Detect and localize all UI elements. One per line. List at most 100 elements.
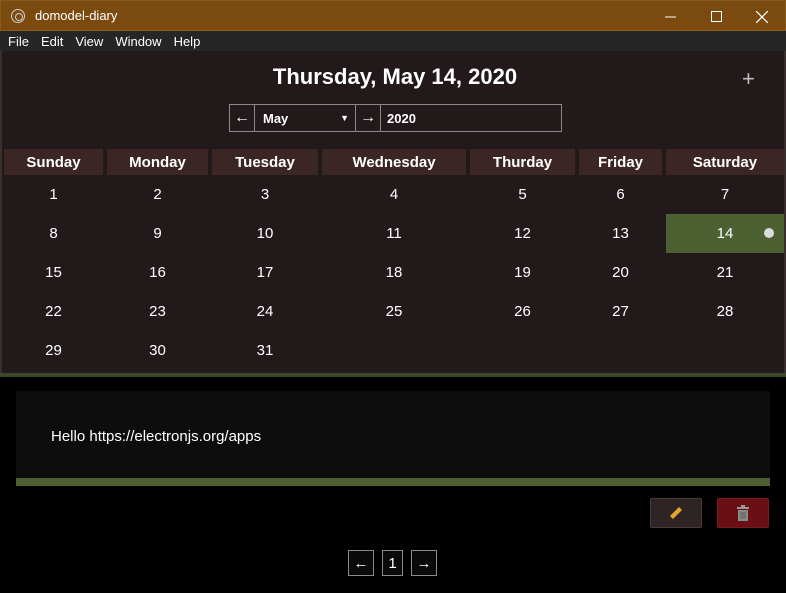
maximize-icon xyxy=(710,11,722,22)
close-button[interactable] xyxy=(739,1,785,32)
calendar-day-number: 25 xyxy=(385,303,403,320)
calendar-day-number: 16 xyxy=(149,264,166,281)
month-year-navigation: ← May ▼ → 2020 xyxy=(229,104,562,132)
chevron-down-icon: ▼ xyxy=(340,113,349,123)
calendar-day-number: 5 xyxy=(518,186,527,203)
entry-card: Hello https://electronjs.org/apps xyxy=(16,391,770,479)
minimize-button[interactable] xyxy=(647,1,693,32)
delete-button[interactable] xyxy=(717,498,769,528)
calendar-day-number: 20 xyxy=(612,264,629,281)
calendar-empty-cell xyxy=(579,331,662,370)
calendar-day[interactable]: 23 xyxy=(107,292,208,331)
calendar-day-number: 23 xyxy=(149,303,166,320)
calendar-week-row: 15 16 17 18 19 20 21 xyxy=(4,253,786,292)
calendar-grid: Sunday Monday Tuesday Wednesday Thurday … xyxy=(4,149,786,370)
calendar-day[interactable]: 2 xyxy=(107,175,208,214)
calendar-empty-cell xyxy=(322,331,466,370)
add-entry-button[interactable]: + xyxy=(742,66,755,92)
calendar-day-number: 22 xyxy=(45,303,62,320)
current-page-button[interactable]: 1 xyxy=(382,550,403,576)
weekday-header: Wednesday xyxy=(322,149,466,175)
calendar-day-number: 10 xyxy=(256,225,274,242)
calendar-day[interactable]: 25 xyxy=(322,292,466,331)
previous-page-button[interactable]: ← xyxy=(348,550,374,576)
previous-month-button[interactable]: ← xyxy=(229,104,255,132)
calendar-day[interactable]: 15 xyxy=(4,253,103,292)
calendar-day-number: 26 xyxy=(514,303,531,320)
calendar-day-number: 15 xyxy=(45,264,62,281)
calendar-day-number: 19 xyxy=(514,264,531,281)
next-page-button[interactable]: → xyxy=(411,550,437,576)
calendar-day-number: 3 xyxy=(260,186,270,203)
calendar-day[interactable]: 7 xyxy=(666,175,784,214)
edit-button[interactable] xyxy=(650,498,702,528)
menu-help[interactable]: Help xyxy=(168,34,207,49)
next-month-button[interactable]: → xyxy=(355,104,381,132)
trash-icon xyxy=(737,505,749,521)
calendar-day[interactable]: 24 xyxy=(212,292,318,331)
pagination: ← 1 → xyxy=(348,550,437,576)
calendar-day[interactable]: 17 xyxy=(212,253,318,292)
entry-indicator-icon xyxy=(764,228,774,238)
calendar-day[interactable]: 3 xyxy=(212,175,318,214)
calendar-day[interactable]: 12 xyxy=(470,214,575,253)
calendar-day[interactable]: 5 xyxy=(470,175,575,214)
calendar-day[interactable]: 8 xyxy=(4,214,103,253)
calendar-day[interactable]: 10 xyxy=(212,214,318,253)
maximize-button[interactable] xyxy=(693,1,739,32)
calendar-day-number: 9 xyxy=(153,225,162,242)
menu-bar: File Edit View Window Help xyxy=(0,31,786,51)
close-icon xyxy=(756,10,768,23)
calendar-panel: Thursday, May 14, 2020 + ← May ▼ → 2020 … xyxy=(0,51,786,373)
menu-edit[interactable]: Edit xyxy=(35,34,69,49)
entry-text: Hello https://electronjs.org/apps xyxy=(51,428,262,445)
calendar-day-number: 13 xyxy=(612,225,629,242)
weekday-header: Saturday xyxy=(666,149,784,175)
calendar-day[interactable]: 16 xyxy=(107,253,208,292)
calendar-week-row: 1 2 3 4 5 6 7 xyxy=(4,175,786,214)
calendar-day[interactable]: 6 xyxy=(579,175,662,214)
calendar-day[interactable]: 26 xyxy=(470,292,575,331)
calendar-day[interactable]: 11 xyxy=(322,214,466,253)
calendar-day-number: 27 xyxy=(612,303,629,320)
month-select-value: May xyxy=(263,110,289,126)
calendar-day[interactable]: 1 xyxy=(4,175,103,214)
calendar-empty-cell xyxy=(470,331,575,370)
calendar-day[interactable]: 20 xyxy=(579,253,662,292)
calendar-day-number: 29 xyxy=(45,342,62,359)
calendar-day[interactable]: 9 xyxy=(107,214,208,253)
calendar-day[interactable]: 13 xyxy=(579,214,662,253)
calendar-week-row: 8 9 10 11 12 13 14 xyxy=(4,214,786,253)
calendar-day[interactable]: 14 xyxy=(666,214,784,253)
calendar-weeks: 1 2 3 4 5 6 7 8 9 10 11 12 13 14 15 16 17 18 19 20 21 22 23 24 2… xyxy=(4,175,786,370)
menu-view[interactable]: View xyxy=(69,34,109,49)
year-input[interactable]: 2020 xyxy=(381,104,562,132)
calendar-day-number: 4 xyxy=(389,186,399,203)
app-icon xyxy=(11,8,25,23)
calendar-day-number: 8 xyxy=(49,225,58,242)
calendar-day-number: 7 xyxy=(720,186,730,203)
minimize-icon xyxy=(664,16,676,18)
calendar-day[interactable]: 18 xyxy=(322,253,466,292)
window-controls xyxy=(647,1,785,32)
calendar-day[interactable]: 4 xyxy=(322,175,466,214)
month-select[interactable]: May ▼ xyxy=(255,104,355,132)
calendar-day[interactable]: 19 xyxy=(470,253,575,292)
calendar-day-number: 2 xyxy=(153,186,162,203)
calendar-day-number: 1 xyxy=(49,186,58,203)
menu-window[interactable]: Window xyxy=(109,34,167,49)
date-title: Thursday, May 14, 2020 xyxy=(272,64,518,89)
menu-file[interactable]: File xyxy=(2,34,35,49)
calendar-day[interactable]: 28 xyxy=(666,292,784,331)
calendar-day[interactable]: 30 xyxy=(107,331,208,370)
calendar-day-number: 28 xyxy=(716,303,734,320)
calendar-day[interactable]: 29 xyxy=(4,331,103,370)
calendar-day[interactable]: 22 xyxy=(4,292,103,331)
calendar-day[interactable]: 27 xyxy=(579,292,662,331)
weekday-header-row: Sunday Monday Tuesday Wednesday Thurday … xyxy=(4,149,786,175)
calendar-day[interactable]: 21 xyxy=(666,253,784,292)
entry-underline xyxy=(16,478,770,486)
calendar-day-number: 17 xyxy=(256,264,274,281)
weekday-header: Sunday xyxy=(4,149,103,175)
calendar-day[interactable]: 31 xyxy=(212,331,318,370)
